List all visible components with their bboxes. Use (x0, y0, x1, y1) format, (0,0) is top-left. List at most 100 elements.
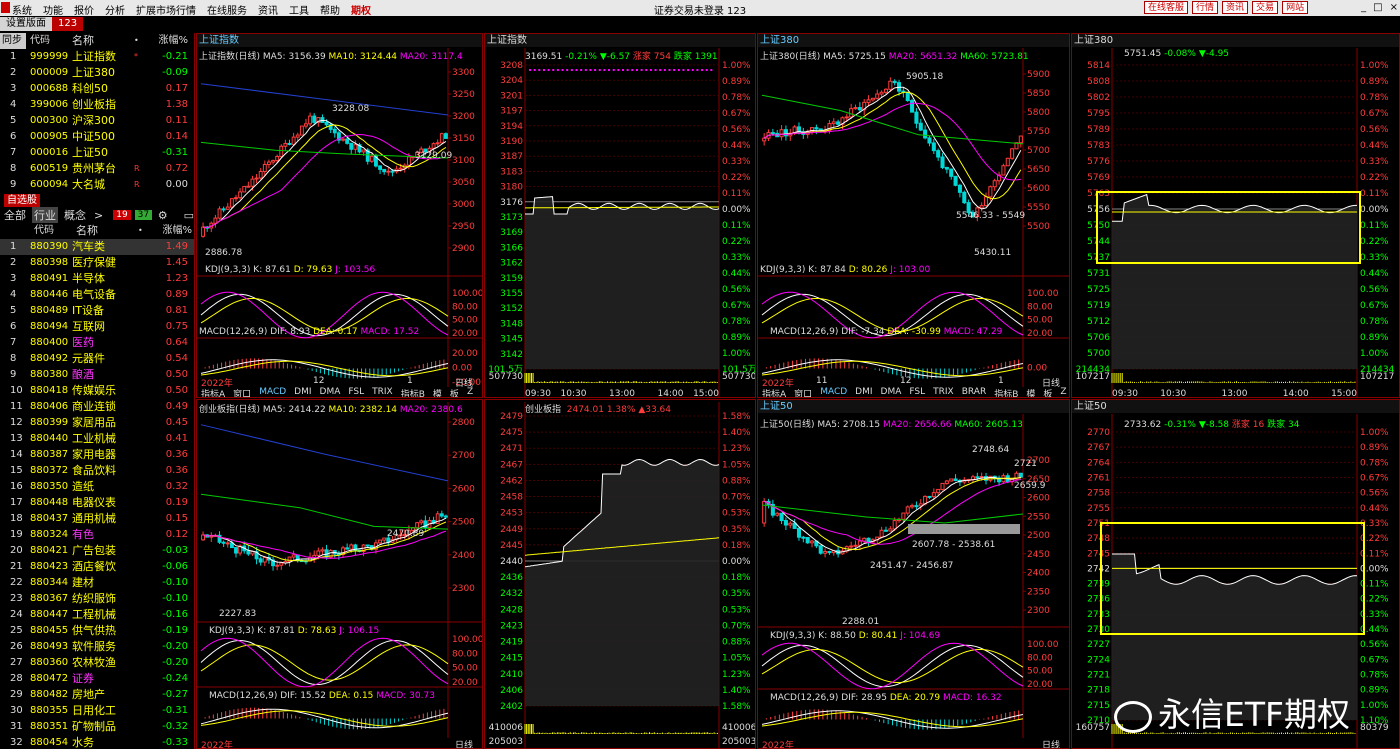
list-row[interactable]: 8 600519 贵州茅台 R 0.72 (0, 161, 194, 177)
col-name-2[interactable]: 名称 (76, 223, 138, 239)
col-name[interactable]: 名称 (72, 33, 134, 49)
menu-item[interactable]: 期权 (351, 2, 371, 17)
list-row[interactable]: 29 880482 房地产 -0.27 (0, 687, 194, 703)
list-row[interactable]: 9 600094 大名城 R 0.00 (0, 177, 194, 193)
indicator-tab[interactable]: 指标A (199, 387, 227, 397)
list-row[interactable]: 7 880400 医药 0.64 (0, 335, 194, 351)
top-link-button[interactable]: 在线客服 (1144, 1, 1189, 14)
filter-industry[interactable]: 行业 (32, 207, 58, 223)
gear-icon[interactable]: ⚙ (158, 209, 168, 222)
list-row[interactable]: 26 880493 软件服务 -0.20 (0, 639, 194, 655)
list-row[interactable]: 4 880446 电气设备 0.89 (0, 287, 194, 303)
kline-panel-chinext[interactable]: 创业板指(日线) MA5: 2414.22 MA10: 2382.14 MA20… (196, 399, 483, 749)
maximize-button[interactable]: □ (1373, 2, 1382, 13)
self-select-tab[interactable]: 自选股 (4, 193, 40, 207)
list-row[interactable]: 28 880472 证券 -0.24 (0, 671, 194, 687)
period-label[interactable]: 日线 (455, 738, 473, 748)
list-row[interactable]: 1 880390 汽车类 1.49 (0, 239, 194, 255)
list-row[interactable]: 3 000688 科创50 0.17 (0, 81, 194, 97)
list-row[interactable]: 18 880437 通用机械 0.15 (0, 511, 194, 527)
intraday-panel-chinext[interactable]: 创业板指 2474.01 1.38% ▲33.64 2479 2475 2471 24… (484, 399, 756, 749)
menu-item[interactable]: 扩展市场行情 (136, 2, 196, 17)
indicator-tab[interactable]: DMI (292, 387, 313, 397)
list-row[interactable]: 22 880344 建材 -0.10 (0, 575, 194, 591)
menu-item[interactable]: 帮助 (320, 2, 340, 17)
menu-item[interactable]: 功能 (43, 2, 63, 17)
intraday-panel-shanghai-index[interactable]: 上证指数 3169.51 -0.21% ▼-6.57 涨家 754 跌家 139… (484, 33, 756, 398)
top-link-button[interactable]: 行情 (1192, 1, 1219, 14)
menu-item[interactable]: 工具 (289, 2, 309, 17)
col-code[interactable]: 代码 (30, 33, 72, 49)
list-row[interactable]: 1 999999 上证指数 * -0.21 (0, 49, 194, 65)
indicator-tab[interactable]: Z (1058, 387, 1068, 397)
list-row[interactable]: 24 880447 工程机械 -0.16 (0, 607, 194, 623)
indicator-tab[interactable]: 指标B (992, 387, 1020, 397)
top-link-button[interactable]: 网站 (1282, 1, 1309, 14)
list-row[interactable]: 6 000905 中证500 0.14 (0, 129, 194, 145)
indicator-tab[interactable]: DMA (879, 387, 904, 397)
indicator-tab[interactable]: 板 (1041, 387, 1054, 397)
list-row[interactable]: 20 880421 广告包装 -0.03 (0, 543, 194, 559)
kline-panel-sse380[interactable]: 上证380 上证380(日线) MA5: 5725.15 MA20: 5651.… (757, 33, 1070, 398)
indicator-tab[interactable]: 指标B (399, 387, 427, 397)
indicator-tab[interactable]: 指标A (760, 387, 788, 397)
menu-item[interactable]: 资讯 (258, 2, 278, 17)
list-row[interactable]: 23 880367 纺织服饰 -0.10 (0, 591, 194, 607)
list-row[interactable]: 10 880418 传媒娱乐 0.50 (0, 383, 194, 399)
tab-123[interactable]: 123 (52, 17, 84, 31)
col-code-2[interactable]: 代码 (34, 223, 76, 239)
indicator-tab[interactable]: Z (465, 387, 475, 397)
top-link-button[interactable]: 资讯 (1222, 1, 1249, 14)
indicator-tab[interactable]: 模 (1024, 387, 1037, 397)
list-row[interactable]: 32 880454 水务 -0.33 (0, 735, 194, 749)
col-pct[interactable]: 涨幅% (150, 33, 188, 49)
indicator-tab[interactable]: MACD (257, 387, 288, 397)
list-row[interactable]: 12 880399 家居用品 0.45 (0, 415, 194, 431)
indicator-tab[interactable]: 窗口 (792, 387, 814, 397)
list-row[interactable]: 8 880492 元器件 0.54 (0, 351, 194, 367)
list-row[interactable]: 17 880448 电器仪表 0.19 (0, 495, 194, 511)
close-button[interactable]: × (1390, 2, 1398, 13)
menu-item[interactable]: 在线服务 (207, 2, 247, 17)
list-row[interactable]: 4 399006 创业板指 1.38 (0, 97, 194, 113)
list-row[interactable]: 5 880489 IT设备 0.81 (0, 303, 194, 319)
list-row[interactable]: 5 000300 沪深300 0.11 (0, 113, 194, 129)
indicator-tab[interactable]: FSL (346, 387, 366, 397)
list-row[interactable]: 30 880355 日用化工 -0.31 (0, 703, 194, 719)
list-row[interactable]: 3 880491 半导体 1.23 (0, 271, 194, 287)
list-row[interactable]: 15 880372 食品饮料 0.36 (0, 463, 194, 479)
list-row[interactable]: 31 880351 矿物制品 -0.32 (0, 719, 194, 735)
indicator-tab[interactable]: BRAR (960, 387, 988, 397)
menu-item[interactable]: 系统 (12, 2, 32, 17)
list-row[interactable]: 19 880324 有色 0.12 (0, 527, 194, 543)
minimize-button[interactable]: _ (1361, 2, 1366, 13)
indicator-tab[interactable]: DMA (318, 387, 343, 397)
list-row[interactable]: 2 880398 医疗保健 1.45 (0, 255, 194, 271)
list-row[interactable]: 25 880455 供气供热 -0.19 (0, 623, 194, 639)
kline-panel-shanghai-index[interactable]: 上证指数 上证指数(日线) MA5: 3156.39 MA10: 3124.44… (196, 33, 483, 398)
filter-all[interactable]: 全部 (2, 207, 28, 223)
indicator-tab[interactable]: TRIX (370, 387, 395, 397)
top-link-button[interactable]: 交易 (1252, 1, 1279, 14)
indicator-tab[interactable]: 模 (431, 387, 444, 397)
filter-more-arrow[interactable]: > (92, 209, 105, 222)
indicator-tab[interactable]: MACD (818, 387, 849, 397)
list-row[interactable]: 7 000016 上证50 -0.31 (0, 145, 194, 161)
list-row[interactable]: 14 880387 家用电器 0.36 (0, 447, 194, 463)
indicator-tab[interactable]: FSL (907, 387, 927, 397)
indicator-tab[interactable]: DMI (853, 387, 874, 397)
list-row[interactable]: 11 880406 商业连锁 0.49 (0, 399, 194, 415)
menu-item[interactable]: 报价 (74, 2, 94, 17)
tab-layout-settings[interactable]: 设置版面 (0, 17, 52, 31)
list-row[interactable]: 13 880440 工业机械 0.41 (0, 431, 194, 447)
period-label[interactable]: 日线 (1042, 738, 1060, 748)
sync-button[interactable]: 同步 (0, 33, 26, 49)
menu-item[interactable]: 分析 (105, 2, 125, 17)
col-pct-2[interactable]: 涨幅% (154, 223, 192, 239)
intraday-panel-sse380[interactable]: 上证380 5751.45 -0.08% ▼-4.95 5814 5808 5802… (1071, 33, 1400, 398)
kline-panel-sse50[interactable]: 上证50 上证50(日线) MA5: 2708.15 MA20: 2656.66… (757, 399, 1070, 749)
list-row[interactable]: 21 880423 酒店餐饮 -0.06 (0, 559, 194, 575)
list-row[interactable]: 16 880350 造纸 0.32 (0, 479, 194, 495)
list-row[interactable]: 2 000009 上证380 -0.09 (0, 65, 194, 81)
list-row[interactable]: 9 880380 酿酒 0.50 (0, 367, 194, 383)
